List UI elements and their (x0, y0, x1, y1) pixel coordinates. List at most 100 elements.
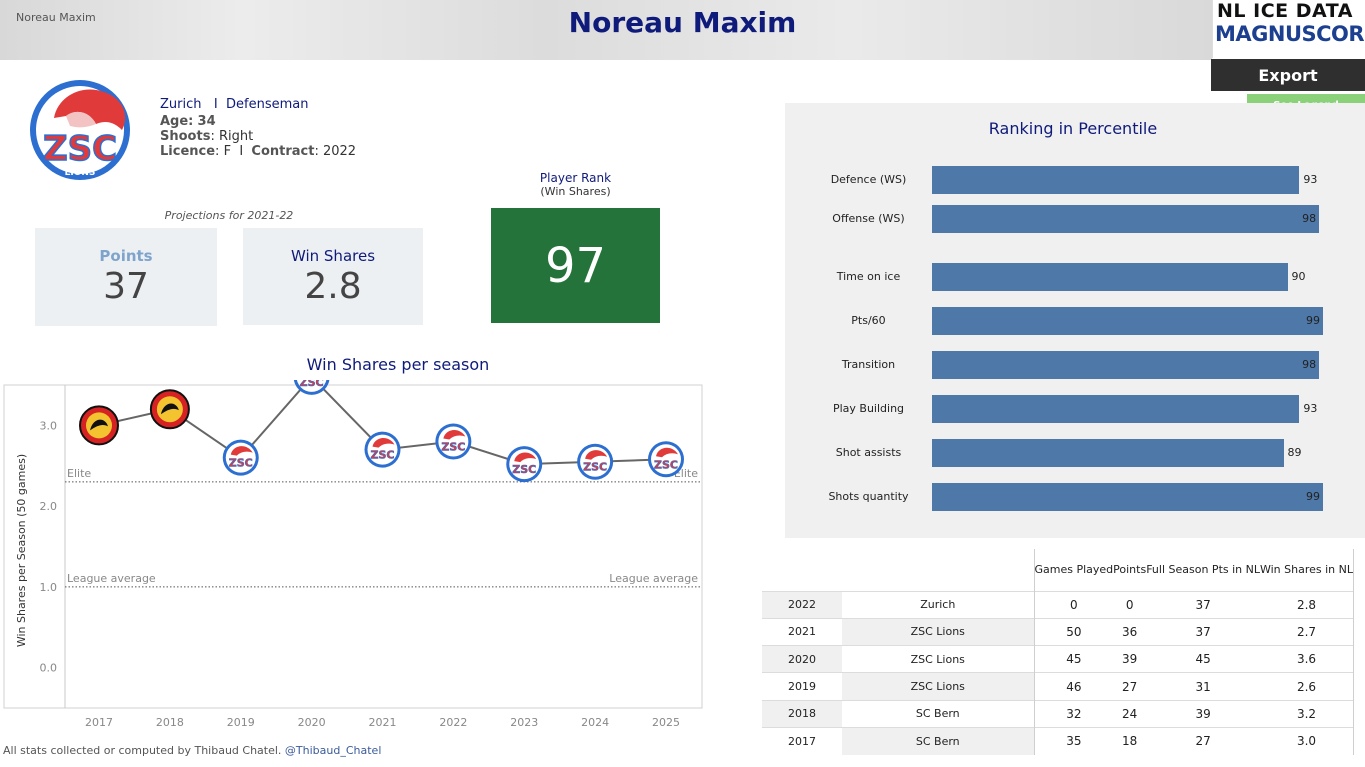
svg-text:ZSC: ZSC (371, 449, 395, 462)
cell-fullseason: 31 (1146, 672, 1260, 701)
player-rank-title: Player Rank (539, 171, 612, 185)
team-name: Zurich (160, 97, 202, 112)
percentile-label: Pts/60 (851, 314, 886, 327)
cell-points: 39 (1113, 645, 1147, 673)
cell-team: ZSC Lions (842, 672, 1035, 701)
svg-text:ZSC: ZSC (441, 441, 465, 454)
percentile-label: Transition (841, 358, 896, 371)
cell-points: 27 (1113, 672, 1147, 701)
percentile-bar (932, 439, 1284, 467)
ws-chart-title: Win Shares per season (306, 355, 490, 374)
win-shares-label: Win Shares (290, 247, 376, 265)
points-value: 37 (103, 266, 149, 307)
age-line: Age: 34 (160, 114, 216, 129)
cell-year: 2022 (762, 590, 842, 619)
percentile-value: 99 (1306, 314, 1321, 327)
shoots-label: Shoots (160, 129, 211, 144)
brand-logo[interactable]: NL ICE DATA MAGNUSCORSI (1212, 0, 1365, 58)
cell-year: 2018 (762, 699, 842, 728)
projections-caption: Projections for 2021-22 (164, 209, 294, 222)
zsc-lions-logo-icon: ZSC LIONS (30, 80, 130, 180)
table-row: 2020 ZSC Lions 45 39 45 3.6 (762, 645, 1354, 673)
brand-line2: MAGNUSCORSI (1215, 22, 1365, 46)
contract-value: 2022 (322, 144, 357, 159)
cell-games: 0 (1034, 590, 1114, 619)
twitter-handle-link[interactable]: @Thibaud_Chatel (285, 744, 381, 757)
percentile-value: 98 (1302, 358, 1317, 371)
cell-team: Zurich (842, 590, 1035, 619)
col-points-header: Points (1113, 562, 1147, 576)
col-year-header (762, 549, 842, 591)
cell-fullseason: 37 (1146, 590, 1260, 619)
win-shares-card: Win Shares 2.8 (243, 228, 423, 325)
zsc-lions-logo-icon: ZSC (364, 431, 401, 468)
ws-reference-label: League average (609, 572, 698, 585)
col-ws-header: Win Shares in NL (1259, 549, 1354, 591)
percentile-label: Offense (WS) (832, 212, 905, 225)
licence-value: F (223, 144, 232, 159)
team-position: Zurich I Defenseman (160, 97, 308, 112)
ws-x-tick-label: 2025 (652, 716, 680, 729)
shoots-value: Right (218, 129, 254, 144)
age-value: 34 (197, 114, 216, 129)
cell-team: SC Bern (842, 699, 1035, 728)
table-header-row: Games Played Points Full Season Pts in N… (762, 549, 1354, 591)
ws-x-tick-label: 2021 (369, 716, 397, 729)
ws-x-tick-label: 2022 (439, 716, 467, 729)
percentile-bar (932, 483, 1324, 511)
cell-team: ZSC Lions (842, 617, 1035, 646)
cell-points: 18 (1113, 726, 1147, 755)
percentile-bar (932, 263, 1288, 291)
percentile-value: 90 (1291, 270, 1306, 283)
percentile-label: Time on ice (836, 270, 901, 283)
ws-x-tick-label: 2019 (227, 716, 255, 729)
footer-credit: All stats collected or computed by Thiba… (3, 744, 381, 757)
ws-line-chart: 0.0 1.0 2.0 3.0 Win Shares per Season (50 ga… (3, 380, 703, 729)
svg-text:ZSC: ZSC (654, 458, 678, 471)
cell-games: 35 (1034, 726, 1114, 755)
percentile-label: Shots quantity (828, 490, 909, 503)
cell-games: 46 (1034, 672, 1114, 701)
ws-x-tick-label: 2020 (298, 716, 326, 729)
cell-year: 2021 (762, 617, 842, 646)
svg-text:ZSC: ZSC (43, 129, 117, 169)
cell-year: 2019 (762, 672, 842, 701)
dashboard: Noreau Maxim Noreau Maxim NL ICE DATA MA… (0, 0, 1365, 767)
separator: I (239, 144, 244, 159)
cell-ws: 3.6 (1259, 645, 1354, 673)
cell-fullseason: 27 (1146, 726, 1260, 755)
ws-y-tick-label: 0.0 (40, 662, 58, 675)
page-title: Noreau Maxim (568, 6, 797, 39)
percentile-label: Shot assists (835, 446, 902, 459)
percentile-value: 93 (1303, 402, 1318, 415)
ws-y-tick-label: 2.0 (40, 500, 58, 513)
percentile-bar (932, 351, 1320, 379)
svg-text:LIONS: LIONS (65, 168, 96, 178)
ws-x-tick-label: 2018 (156, 716, 184, 729)
svg-text:ZSC: ZSC (300, 380, 324, 389)
table-row: 2019 ZSC Lions 46 27 31 2.6 (762, 672, 1354, 701)
table-row: 2021 ZSC Lions 50 36 37 2.7 (762, 617, 1354, 646)
zsc-lions-logo-icon: ZSC (506, 446, 543, 483)
col-games-header: Games Played (1034, 562, 1114, 576)
cell-ws: 3.2 (1259, 699, 1354, 728)
cell-team: SC Bern (842, 726, 1035, 755)
player-rank-subtitle: (Win Shares) (540, 185, 611, 198)
export-button[interactable]: Export (1211, 59, 1365, 91)
percentile-value: 98 (1302, 212, 1317, 225)
licence-line: Licence: F I Contract: 2022 (160, 144, 357, 159)
ws-y-tick-label: 3.0 (40, 419, 58, 432)
zsc-lions-logo-icon: ZSC (222, 439, 259, 476)
percentile-label: Play Building (832, 402, 905, 415)
ws-x-tick-label: 2024 (581, 716, 609, 729)
sc-bern-logo-icon (79, 405, 119, 446)
percentile-bar (932, 307, 1324, 335)
ws-x-tick-label: 2017 (85, 716, 113, 729)
season-stats-table: Games Played Points Full Season Pts in N… (762, 549, 1354, 755)
col-fullseason-header: Full Season Pts in NL (1146, 562, 1260, 576)
footer-text: All stats collected or computed by Thiba… (3, 744, 282, 757)
cell-fullseason: 37 (1146, 617, 1260, 646)
cell-games: 45 (1034, 645, 1114, 673)
ws-y-tick-label: 1.0 (40, 581, 58, 594)
cell-games: 32 (1034, 699, 1114, 728)
